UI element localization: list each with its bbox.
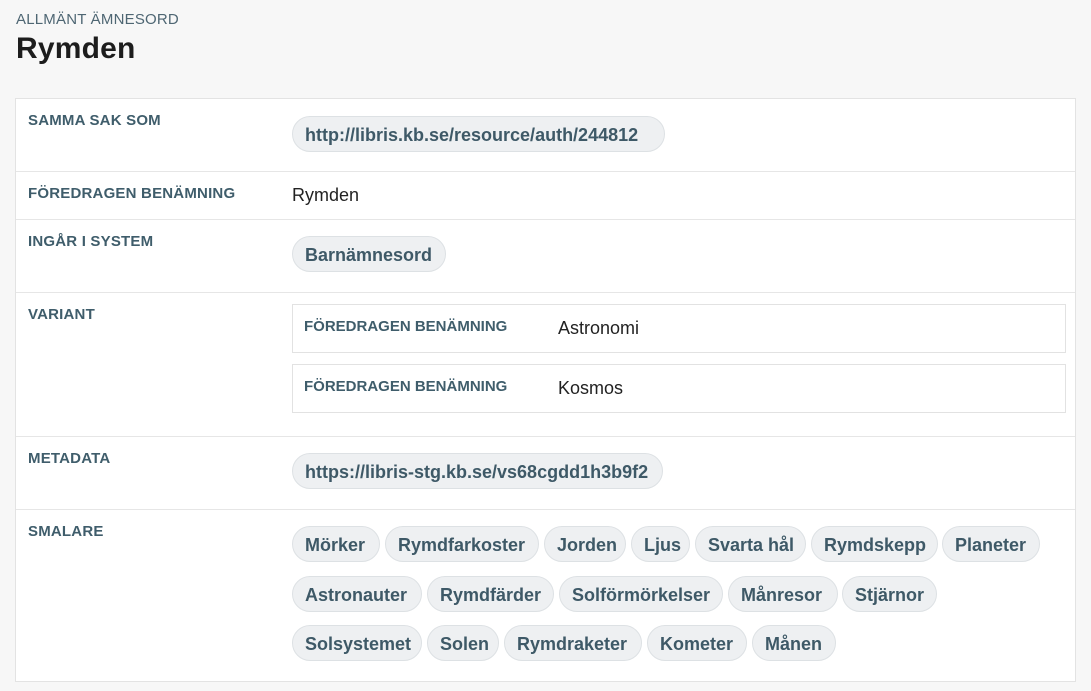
row-metadata: METADATA https://libris-stg.kb.se/vs68cg… bbox=[16, 437, 1075, 510]
narrower-chip[interactable]: Kometer bbox=[647, 625, 747, 661]
variant-item-label: FÖREDRAGEN BENÄMNING bbox=[304, 318, 508, 335]
narrower-chip[interactable]: Mörker bbox=[292, 526, 380, 562]
pref-label-value: Rymden bbox=[292, 185, 360, 205]
entity-type-label: ALLMÄNT ÄMNESORD bbox=[16, 11, 179, 28]
row-narrower: SMALARE Mörker Rymdfarkoster Jorden Ljus… bbox=[16, 510, 1075, 681]
row-in-scheme: INGÅR I SYSTEM Barnämnesord bbox=[16, 220, 1075, 293]
metadata-link-chip[interactable]: https://libris-stg.kb.se/vs68cgdd1h3b9f2 bbox=[292, 453, 663, 489]
narrower-chip[interactable]: Rymdskepp bbox=[811, 526, 938, 562]
narrower-chip[interactable]: Månresor bbox=[728, 576, 838, 612]
narrower-chip[interactable]: Ljus bbox=[631, 526, 690, 562]
narrower-chip[interactable]: Solsystemet bbox=[292, 625, 422, 661]
narrower-chip[interactable]: Jorden bbox=[544, 526, 626, 562]
row-variant: VARIANT FÖREDRAGEN BENÄMNING Astronomi F… bbox=[16, 293, 1075, 437]
narrower-chip[interactable]: Månen bbox=[752, 625, 836, 661]
row-label-metadata: METADATA bbox=[28, 450, 111, 467]
row-label-variant: VARIANT bbox=[28, 306, 95, 323]
narrower-chip[interactable]: Rymdfarkoster bbox=[385, 526, 539, 562]
narrower-chip[interactable]: Astronauter bbox=[292, 576, 422, 612]
narrower-chip[interactable]: Stjärnor bbox=[842, 576, 937, 612]
in-scheme-chip[interactable]: Barnämnesord bbox=[292, 236, 446, 272]
row-label-in-scheme: INGÅR I SYSTEM bbox=[28, 233, 154, 250]
row-pref-label: FÖREDRAGEN BENÄMNING Rymden bbox=[16, 172, 1075, 220]
variant-item: FÖREDRAGEN BENÄMNING Astronomi bbox=[292, 304, 1066, 353]
properties-card: SAMMA SAK SOM http://libris.kb.se/resour… bbox=[15, 98, 1076, 682]
variant-item-label: FÖREDRAGEN BENÄMNING bbox=[304, 378, 508, 395]
narrower-chip[interactable]: Solförmörkelser bbox=[559, 576, 723, 612]
narrower-chip[interactable]: Planeter bbox=[942, 526, 1040, 562]
same-as-link-chip[interactable]: http://libris.kb.se/resource/auth/244812 bbox=[292, 116, 665, 152]
narrower-chip[interactable]: Rymdfärder bbox=[427, 576, 554, 612]
page-header: ALLMÄNT ÄMNESORD Rymden bbox=[16, 11, 179, 66]
variant-item-value: Astronomi bbox=[558, 318, 640, 338]
page-title: Rymden bbox=[16, 32, 136, 65]
page: ALLMÄNT ÄMNESORD Rymden SAMMA SAK SOM ht… bbox=[0, 0, 1091, 691]
row-same-as: SAMMA SAK SOM http://libris.kb.se/resour… bbox=[16, 99, 1075, 172]
row-label-narrower: SMALARE bbox=[28, 523, 104, 540]
narrower-chip[interactable]: Rymdraketer bbox=[504, 625, 642, 661]
variant-item: FÖREDRAGEN BENÄMNING Kosmos bbox=[292, 364, 1066, 413]
row-label-pref-label: FÖREDRAGEN BENÄMNING bbox=[28, 185, 236, 202]
row-label-same-as: SAMMA SAK SOM bbox=[28, 112, 161, 129]
variant-item-value: Kosmos bbox=[558, 378, 624, 398]
narrower-chip[interactable]: Svarta hål bbox=[695, 526, 806, 562]
narrower-chip[interactable]: Solen bbox=[427, 625, 499, 661]
